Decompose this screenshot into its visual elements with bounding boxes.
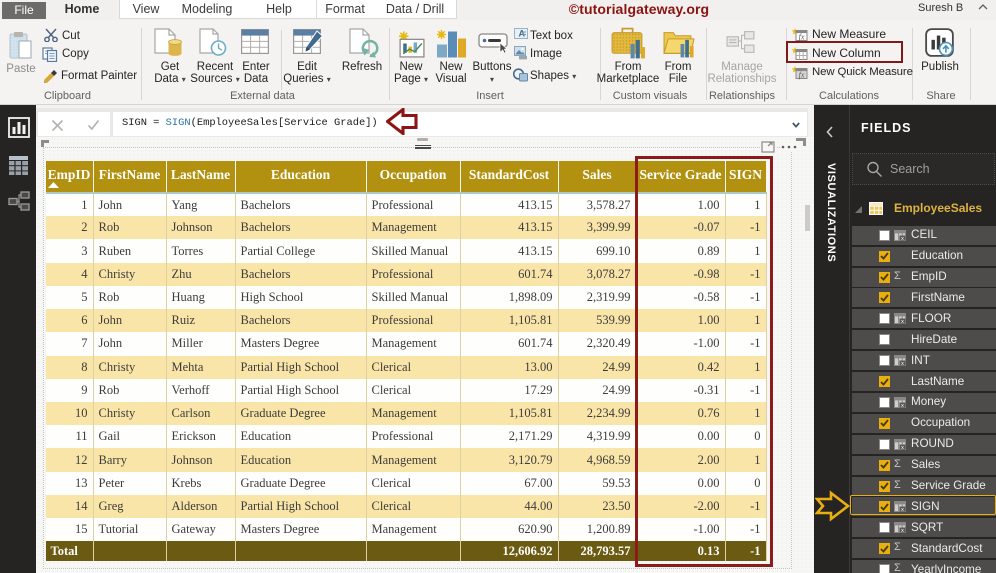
svg-text:x: x	[901, 361, 904, 366]
svg-text:A: A	[519, 29, 526, 39]
svg-text:x: x	[901, 403, 904, 408]
svg-text:fx: fx	[799, 71, 805, 80]
svg-text:x: x	[901, 235, 904, 240]
svg-text:x: x	[901, 444, 904, 449]
svg-text:x: x	[901, 319, 904, 324]
svg-text:x: x	[901, 528, 904, 533]
